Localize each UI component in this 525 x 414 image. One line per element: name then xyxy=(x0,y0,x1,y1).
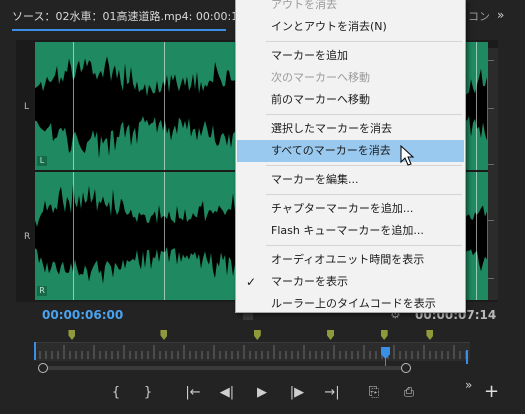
menu-separator xyxy=(266,41,462,42)
adjacent-tab[interactable]: コン xyxy=(468,8,490,24)
menu-item[interactable]: 前のマーカーへ移動 xyxy=(237,89,464,111)
mark-in-icon[interactable]: { xyxy=(104,383,128,403)
checkmark-icon: ✓ xyxy=(246,275,257,289)
meter-tick xyxy=(488,220,494,221)
menu-item: アウトを消去 xyxy=(237,0,464,16)
menu-item[interactable]: Flash キューマーカーを追加... xyxy=(237,220,464,242)
right-channel-label: R xyxy=(24,232,31,242)
menu-separator xyxy=(266,194,462,195)
menu-item[interactable]: マーカーを追加 xyxy=(237,45,464,67)
menu-item-label: Flash キューマーカーを追加... xyxy=(271,224,424,237)
playhead-line xyxy=(385,358,386,366)
meter-tick xyxy=(488,278,494,279)
zoom-handle-right[interactable] xyxy=(401,363,411,373)
menu-item: 次のマーカーへ移動 xyxy=(237,67,464,89)
context-menu: アウトを消去インとアウトを消去(N) マーカーを追加次のマーカーへ移動 前のマーカー… xyxy=(235,0,466,313)
marker[interactable] xyxy=(253,330,261,340)
menu-item[interactable]: すべてのマーカーを消去 xyxy=(237,140,464,162)
grid-line xyxy=(476,172,477,300)
menu-item-label: オーディオユニット時間を表示 xyxy=(271,253,425,266)
menu-item-label: アウトを消去 xyxy=(271,0,337,11)
audio-meter xyxy=(488,48,498,300)
tab-overflow-icon[interactable]: » xyxy=(497,8,504,22)
source-tab[interactable]: ソース：02水車：01高速道路.mp4: 00:00:10: xyxy=(12,8,249,24)
menu-separator xyxy=(266,165,462,166)
playhead-timecode[interactable]: 00:00:06:00 xyxy=(42,308,123,322)
menu-item-label: マーカーを追加 xyxy=(271,49,348,62)
go-to-in-icon[interactable]: |← xyxy=(181,383,205,403)
left-channel-badge: L xyxy=(37,156,47,166)
meter-tick xyxy=(488,164,494,165)
menu-item-label: マーカーを編集... xyxy=(271,173,359,186)
active-tab-indicator xyxy=(12,29,226,31)
ruler-in-indicator xyxy=(34,342,36,360)
menu-item-label: マーカーを表示 xyxy=(271,275,348,288)
menu-item-label: 選択したマーカーを消去 xyxy=(271,122,392,135)
step-forward-icon[interactable]: |▶ xyxy=(285,383,309,403)
marker[interactable] xyxy=(426,330,434,340)
mark-out-icon[interactable]: } xyxy=(136,383,160,403)
mouse-cursor-icon xyxy=(400,145,415,166)
menu-item-label: すべてのマーカーを消去 xyxy=(271,144,391,157)
ruler-ticks xyxy=(34,345,467,359)
marker[interactable] xyxy=(160,330,168,340)
grid-line xyxy=(164,172,165,300)
overwrite-icon[interactable]: ⎙ xyxy=(397,383,421,403)
menu-item-label: 次のマーカーへ移動 xyxy=(271,71,370,84)
meter-tick xyxy=(488,108,494,109)
menu-item[interactable]: インとアウトを消去(N) xyxy=(237,16,464,38)
go-to-out-icon[interactable]: →| xyxy=(320,383,344,403)
menu-item-label: ルーラー上のタイムコードを表示 xyxy=(271,297,436,310)
meter-tick xyxy=(488,60,494,61)
transport-controls: {} |← ◀| ▶ |▶ →| ⎘ ⎙ xyxy=(0,380,525,406)
menu-item-label: チャプターマーカーを追加... xyxy=(271,202,414,215)
grid-line xyxy=(73,172,74,300)
time-ruler[interactable] xyxy=(34,342,470,361)
menu-item[interactable]: マーカーを編集... xyxy=(237,169,464,191)
step-back-icon[interactable]: ◀| xyxy=(215,383,239,403)
grid-line xyxy=(164,42,165,170)
insert-icon[interactable]: ⎘ xyxy=(362,383,386,403)
menu-item[interactable]: 選択したマーカーを消去 xyxy=(237,118,464,140)
menu-separator xyxy=(266,114,462,115)
ruler-out-indicator xyxy=(466,350,468,364)
menu-item-label: 前のマーカーへ移動 xyxy=(271,93,370,106)
right-channel-badge: R xyxy=(37,286,47,296)
more-controls-icon[interactable]: » xyxy=(465,378,472,392)
button-editor-add-icon[interactable]: + xyxy=(484,382,499,402)
marker-track xyxy=(34,328,474,342)
zoom-scrollbar[interactable] xyxy=(42,366,408,370)
menu-item[interactable]: ✓ マーカーを表示 xyxy=(237,271,464,293)
play-icon[interactable]: ▶ xyxy=(250,383,274,403)
grid-line xyxy=(476,42,477,170)
menu-item[interactable]: チャプターマーカーを追加... xyxy=(237,198,464,220)
grid-line xyxy=(73,42,74,170)
menu-item-label: インとアウトを消去(N) xyxy=(271,20,387,33)
zoom-handle-left[interactable] xyxy=(38,363,48,373)
marker[interactable] xyxy=(327,330,335,340)
marker[interactable] xyxy=(380,330,388,340)
menu-separator xyxy=(266,245,462,246)
menu-item[interactable]: ルーラー上のタイムコードを表示 xyxy=(237,293,464,315)
menu-item[interactable]: オーディオユニット時間を表示 xyxy=(237,249,464,271)
marker[interactable] xyxy=(68,330,76,340)
left-channel-label: L xyxy=(24,102,30,112)
